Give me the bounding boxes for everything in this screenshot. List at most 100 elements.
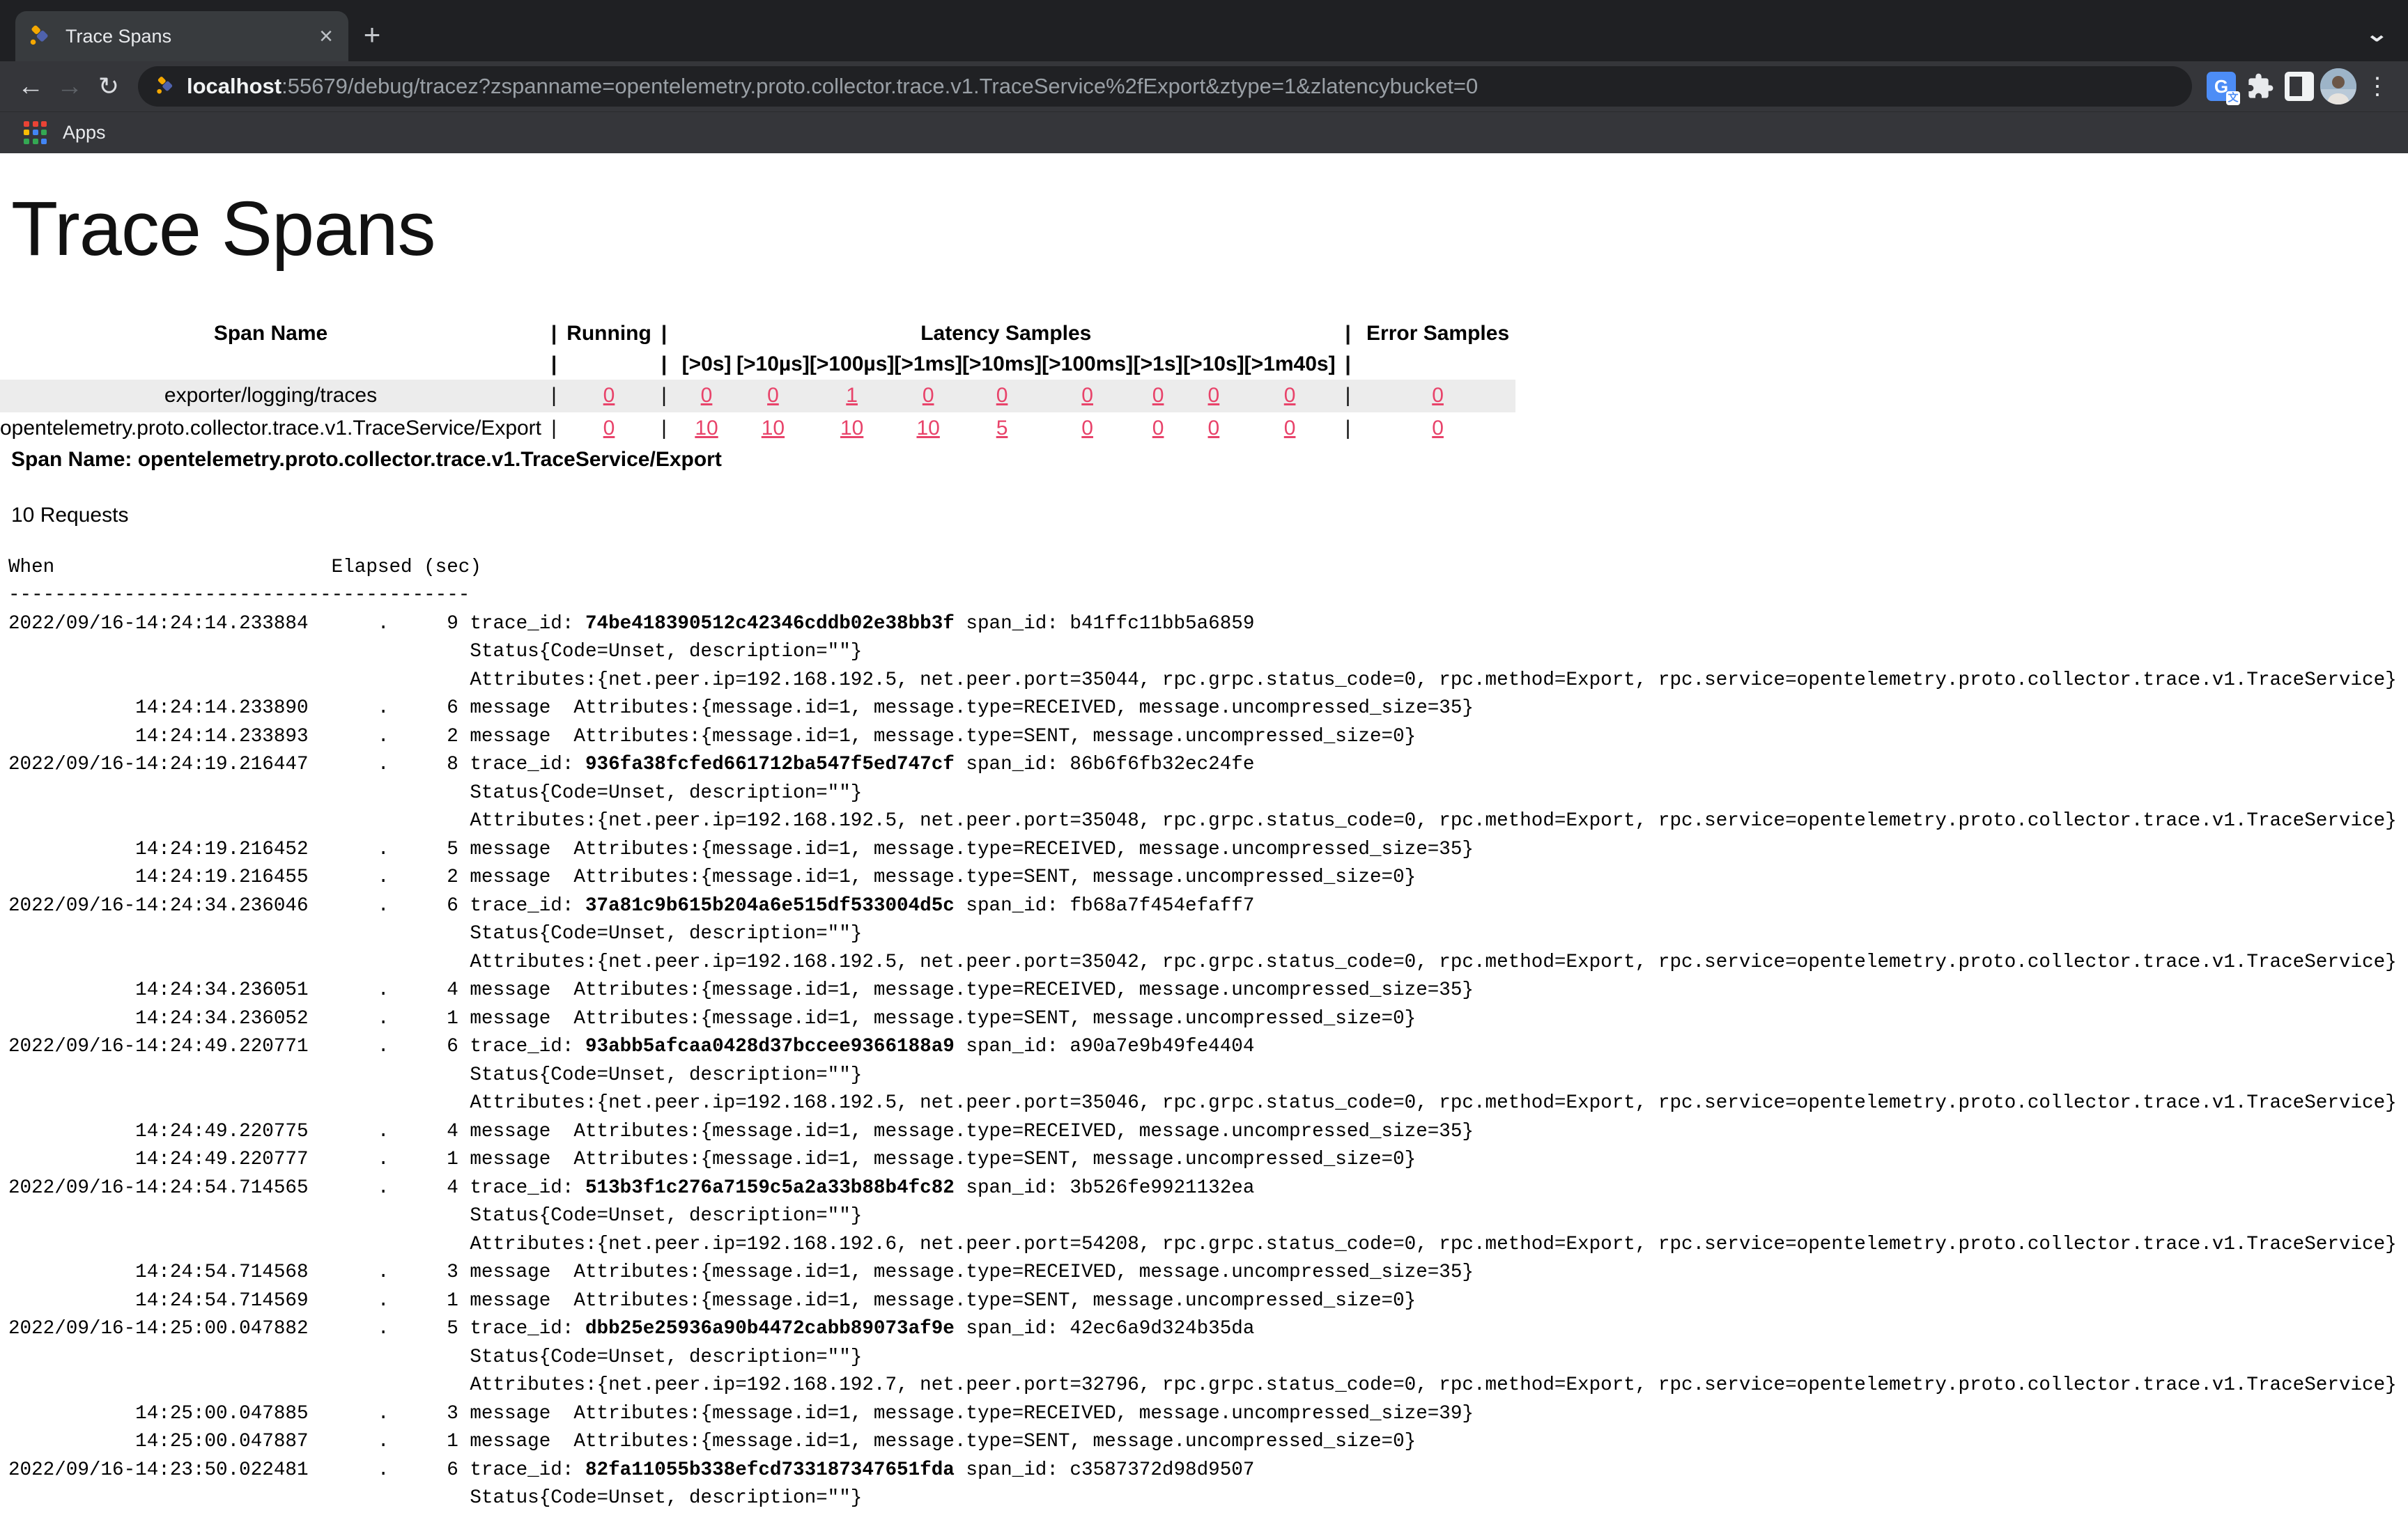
table-header-row: Span Name | Running | Latency Samples | … [0,318,1515,349]
sample-count-link[interactable]: 0 [1152,384,1164,407]
log-line: 14:24:49.220777 . 1 message Attributes:{… [8,1146,2408,1174]
log-line: 2022/09/16-14:24:34.236046 . 6 trace_id:… [8,892,2408,921]
sample-count-link[interactable]: 0 [1081,384,1093,407]
log-line: 2022/09/16-14:24:54.714565 . 4 trace_id:… [8,1174,2408,1203]
url-text: localhost:55679/debug/tracez?zspanname=o… [187,74,1478,99]
col-error-samples: Error Samples [1361,318,1515,349]
count-cell: 0 [677,380,736,412]
log-line: 14:24:34.236052 . 1 message Attributes:{… [8,1005,2408,1034]
trace-id-value: dbb25e25936a90b4472cabb89073af9e [585,1318,955,1340]
bucket-label: [>10µs] [736,349,810,380]
translate-icon[interactable]: G文 [2202,67,2241,106]
table-row: exporter/logging/traces|0|001000000|0 [0,380,1515,412]
browser-tab[interactable]: Trace Spans × [15,11,348,61]
sample-count-link[interactable]: 0 [1208,417,1220,440]
sample-count-link[interactable]: 0 [1208,384,1220,407]
sample-count-link[interactable]: 10 [695,417,718,440]
col-separator: | [541,380,566,412]
count-cell: 0 [1361,412,1515,445]
otel-favicon-icon [28,23,52,50]
log-line: Attributes:{net.peer.ip=192.168.192.7, n… [8,1372,2408,1400]
sample-count-link[interactable]: 0 [701,384,713,407]
count-cell: 0 [736,380,810,412]
sample-count-link[interactable]: 0 [603,384,615,407]
log-line: When Elapsed (sec) [8,554,2408,582]
col-span-name: Span Name [0,318,541,349]
col-running: Running [566,318,651,349]
count-cell: 0 [1244,412,1336,445]
new-tab-icon[interactable]: + [357,21,387,52]
col-separator: | [651,318,677,349]
bucket-label: [>10ms] [962,349,1042,380]
back-icon[interactable]: ← [11,67,50,106]
span-name: exporter/logging/traces [0,380,541,412]
log-line: 14:24:19.216455 . 2 message Attributes:{… [8,864,2408,892]
log-line: Attributes:{net.peer.ip=192.168.192.5, n… [8,667,2408,695]
log-line: 14:25:00.047887 . 1 message Attributes:{… [8,1428,2408,1457]
sample-count-link[interactable]: 0 [1284,384,1296,407]
log-line: Attributes:{net.peer.ip=192.168.192.5, n… [8,1089,2408,1118]
extensions-puzzle-icon[interactable] [2241,67,2280,106]
apps-grid-icon[interactable] [24,121,47,145]
sample-count-link[interactable]: 0 [1432,384,1444,407]
apps-bookmark[interactable]: Apps [63,122,106,143]
count-cell: 0 [1133,380,1183,412]
sample-count-link[interactable]: 10 [762,417,785,440]
sample-count-link[interactable]: 1 [846,384,858,407]
tracez-page: Trace Spans Span Name | Running | Latenc… [0,185,2408,1513]
requests-count: 10 Requests [11,502,2408,529]
trace-id-value: 936fa38fcfed661712ba547f5ed747cf [585,754,955,775]
count-cell: 10 [894,412,962,445]
trace-id-value: 74be418390512c42346cddb02e38bb3f [585,613,955,635]
log-line: Attributes:{net.peer.ip=192.168.192.5, n… [8,807,2408,836]
sample-count-link[interactable]: 0 [1152,417,1164,440]
log-line: 2022/09/16-14:24:14.233884 . 9 trace_id:… [8,610,2408,639]
col-separator: | [1336,349,1361,380]
sample-count-link[interactable]: 0 [1432,417,1444,440]
col-separator: | [1336,412,1361,445]
count-cell: 0 [1183,380,1244,412]
count-cell: 0 [962,380,1042,412]
sample-count-link[interactable]: 0 [1081,417,1093,440]
log-line: 14:24:54.714568 . 3 message Attributes:{… [8,1259,2408,1287]
log-line: Attributes:{net.peer.ip=192.168.192.6, n… [8,1231,2408,1259]
side-panel-icon[interactable] [2280,67,2319,106]
tab-close-icon[interactable]: × [316,24,336,48]
reload-icon[interactable]: ↻ [89,67,128,106]
sample-count-link[interactable]: 0 [767,384,779,407]
sample-count-link[interactable]: 0 [996,384,1008,407]
count-cell: 0 [894,380,962,412]
log-line: 2022/09/16-14:24:19.216447 . 8 trace_id:… [8,751,2408,779]
bookmarks-bar: Apps [0,111,2408,153]
trace-id-value: 37a81c9b615b204a6e515df533004d5c [585,895,955,917]
col-separator: | [651,380,677,412]
sample-count-link[interactable]: 0 [603,417,615,440]
sample-count-link[interactable]: 0 [923,384,934,407]
log-line: Status{Code=Unset, description=""} [8,779,2408,808]
otel-favicon-icon [155,75,176,99]
log-line: Status{Code=Unset, description=""} [8,638,2408,667]
profile-avatar[interactable] [2319,67,2358,106]
col-separator: | [541,318,566,349]
bucket-label: [>10s] [1183,349,1244,380]
sample-count-link[interactable]: 0 [1284,417,1296,440]
sample-count-link[interactable]: 5 [996,417,1008,440]
col-separator: | [651,349,677,380]
address-bar[interactable]: localhost:55679/debug/tracez?zspanname=o… [138,66,2192,107]
log-line: 14:24:14.233893 . 2 message Attributes:{… [8,723,2408,752]
count-cell: 5 [962,412,1042,445]
tab-search-chevron-icon[interactable]: ⌄ [2365,22,2388,47]
bucket-label: [>1s] [1133,349,1183,380]
log-line: 14:25:00.047885 . 3 message Attributes:{… [8,1400,2408,1429]
toolbar-icons: G文 ⋮ [2202,67,2397,106]
count-cell: 10 [736,412,810,445]
span-table-body: exporter/logging/traces|0|001000000|0ope… [0,380,1515,445]
sample-count-link[interactable]: 10 [840,417,863,440]
selected-span-label: Span Name: opentelemetry.proto.collector… [11,446,2408,474]
sample-count-link[interactable]: 10 [916,417,939,440]
spacer-cell [566,349,651,380]
browser-menu-icon[interactable]: ⋮ [2358,67,2397,106]
col-separator: | [1336,318,1361,349]
log-line: Status{Code=Unset, description=""} [8,1202,2408,1231]
log-line: 14:24:54.714569 . 1 message Attributes:{… [8,1287,2408,1316]
